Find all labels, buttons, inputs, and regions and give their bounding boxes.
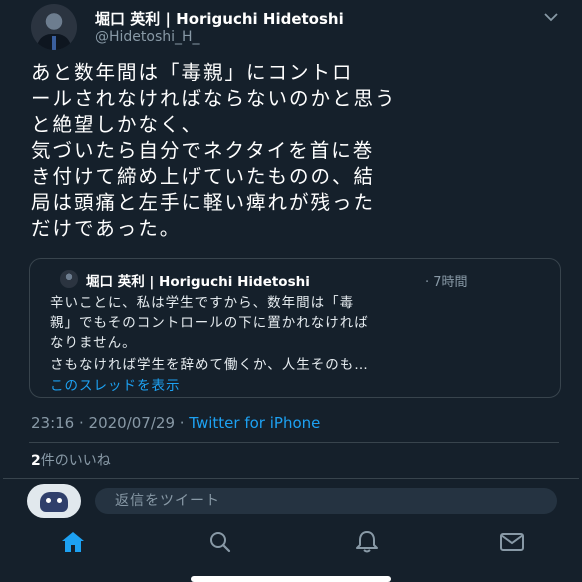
author-name[interactable]: 堀口 英利 | Horiguchi Hidetoshi [95,8,344,29]
quoted-author-avatar [60,270,78,288]
divider [3,478,579,479]
quoted-author-name: 堀口 英利 | Horiguchi Hidetoshi [86,274,310,290]
author-avatar[interactable] [31,4,77,50]
author-handle[interactable]: @Hidetoshi_H_ [95,29,200,45]
tweet-source-link[interactable]: Twitter for iPhone [189,414,320,432]
tweet-meta: 23:16 · 2020/07/29 · Twitter for iPhone [31,414,320,432]
chevron-down-icon[interactable] [544,12,558,22]
show-thread-link[interactable]: このスレッドを表示 [50,374,181,394]
home-indicator[interactable] [191,576,391,582]
avatar-eye-shape [46,498,51,503]
quoted-tweet-time: · 7時間 [425,275,468,290]
messages-icon[interactable] [499,530,525,554]
tweet-text: あと数年間は「毒親」にコントロ ールされなければならないのかと思う と絶望しかな… [31,61,397,240]
tweet-detail-screen: 堀口 英利 | Horiguchi Hidetoshi @Hidetoshi_H… [3,0,579,582]
quoted-tweet-text: 辛いことに、私は学生ですから、数年間は「毒 親」でもそのコントロールの下に置かれ… [50,295,369,351]
likes-count[interactable]: 2件のいいね [31,450,111,470]
my-avatar[interactable] [27,484,81,518]
notifications-icon[interactable] [354,530,380,554]
quoted-tweet[interactable]: 堀口 英利 | Horiguchi Hidetoshi · 7時間 辛いことに、… [29,258,561,398]
search-icon[interactable] [207,530,233,554]
avatar-eye-shape [57,498,62,503]
avatar-tie-shape [52,36,56,50]
quoted-tweet-text-continued: さもなければ学生を辞めて働くか、人生そのも… [50,357,369,373]
home-icon[interactable] [60,530,86,554]
divider [29,442,559,443]
likes-number: 2 [31,453,41,469]
tweet-timestamp: 23:16 · 2020/07/29 · [31,414,190,432]
reply-input[interactable] [95,488,557,514]
avatar-figure-shape [40,492,68,512]
likes-label: 件のいいね [40,453,111,469]
